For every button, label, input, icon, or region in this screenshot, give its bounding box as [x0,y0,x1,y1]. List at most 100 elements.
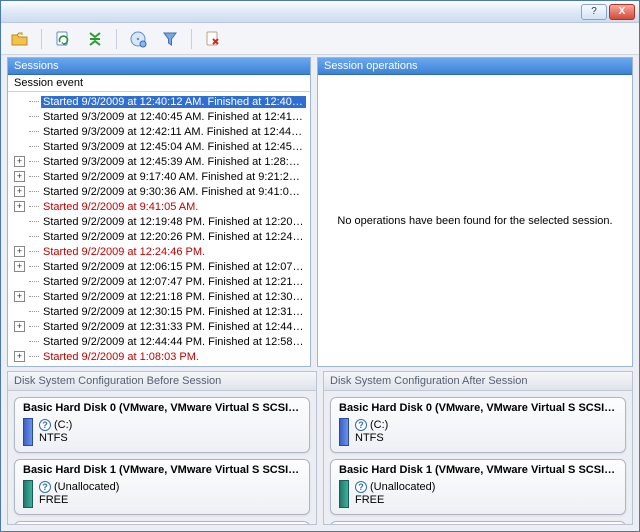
expander-icon[interactable]: + [14,156,25,167]
tree-connector [29,296,39,297]
session-row-label: Started 9/3/2009 at 12:40:12 AM. Finishe… [41,96,306,108]
disk-title: Basic Hard Disk 0 (VMware, VMware Virtua… [23,402,301,416]
app-window: ? X Sessions Session event S [0,0,640,532]
session-row[interactable]: +Started 9/2/2009 at 9:41:05 AM. [8,199,310,214]
disk-card[interactable]: Basic Hard Disk 0 (VMware, VMware Virtua… [14,397,310,453]
config-before-body: Basic Hard Disk 0 (VMware, VMware Virtua… [8,391,316,524]
disk-card[interactable]: Basic Hard Disk 0 (VMware, VMware Virtua… [330,397,626,453]
partition-row: ?(Unallocated)FREE [339,478,617,508]
toolbar-separator [116,29,117,49]
delete-document-icon[interactable] [202,28,224,50]
partition-label: (C:) [54,419,72,432]
disk-view-icon[interactable] [127,28,149,50]
partition-label: (C:) [370,419,388,432]
session-row[interactable]: Started 9/3/2009 at 12:42:11 AM. Finishe… [8,124,310,139]
expander-icon [14,216,25,227]
operations-header: Session operations [318,58,632,75]
session-row[interactable]: +Started 9/2/2009 at 9:17:40 AM. Finishe… [8,169,310,184]
disk-card[interactable]: Basic Hard Disk 2 (VMware, VMware Virtua… [14,521,310,524]
partition-text: ?(C:)NTFS [39,419,72,445]
session-row-label: Started 9/2/2009 at 12:19:48 PM. Finishe… [41,216,306,228]
help-button[interactable]: ? [581,4,607,20]
session-event-header: Session event [8,75,310,92]
session-row[interactable]: + Started 9/2/2009 at 12:21:18 PM. Finish… [8,289,310,304]
expander-icon [14,231,25,242]
expander-icon[interactable]: + [14,321,25,332]
info-icon[interactable]: ? [355,419,367,431]
tree-connector [29,281,39,282]
session-row[interactable]: Started 9/3/2009 at 12:45:04 AM. Finishe… [8,139,310,154]
session-row[interactable]: Started 9/3/2009 at 12:40:45 AM. Finishe… [8,109,310,124]
expander-icon[interactable]: + [14,171,25,182]
partition-row: ?(C:)NTFS [339,416,617,446]
partition-label: (Unallocated) [370,481,435,494]
expander-icon[interactable]: + [14,186,25,197]
info-icon[interactable]: ? [355,481,367,493]
disk-card[interactable]: Basic Hard Disk 1 (VMware, VMware Virtua… [330,459,626,515]
open-folder-icon[interactable] [9,28,31,50]
toolbar [1,23,639,55]
toolbar-separator [41,29,42,49]
tree-connector [29,311,39,312]
collapse-icon[interactable] [84,28,106,50]
session-row[interactable]: +Started 9/2/2009 at 12:06:15 PM. Finish… [8,259,310,274]
expander-icon[interactable]: + [14,201,25,212]
close-button[interactable]: X [609,4,635,20]
filter-icon[interactable] [159,28,181,50]
partition-row: ?(Unallocated)FREE [23,478,301,508]
tree-connector [29,176,39,177]
lower-row: Disk System Configuration Before Session… [7,371,633,525]
session-row-label: Started 9/2/2009 at 9:30:36 AM. Finished… [41,186,306,198]
tree-connector [29,236,39,237]
expander-icon[interactable]: + [14,246,25,257]
session-row-label: Started 9/3/2009 at 12:42:11 AM. Finishe… [41,126,306,138]
session-row[interactable]: + Started 9/3/2009 at 12:45:39 AM. Finish… [8,154,310,169]
config-before-panel: Disk System Configuration Before Session… [7,371,317,525]
expander-icon [14,336,25,347]
document-refresh-icon[interactable] [52,28,74,50]
partition-bar [339,418,349,446]
tree-connector [29,131,39,132]
info-icon[interactable]: ? [39,481,51,493]
session-row[interactable]: Started 9/2/2009 at 12:19:48 PM. Finishe… [8,214,310,229]
expander-icon [14,96,25,107]
info-icon[interactable]: ? [39,419,51,431]
session-row-label: Started 9/2/2009 at 1:08:03 PM. [41,351,306,363]
session-row[interactable]: +Started 9/2/2009 at 12:24:46 PM. [8,244,310,259]
tree-connector [29,116,39,117]
tree-connector [29,191,39,192]
partition-row: ?(C:)NTFS [23,416,301,446]
tree-connector [29,266,39,267]
toolbar-separator [191,29,192,49]
session-row-label: Started 9/2/2009 at 12:21:18 PM. Finishe… [41,291,306,303]
tree-connector [29,356,39,357]
session-row-label: Started 9/2/2009 at 12:20:26 PM. Finishe… [41,231,306,243]
tree-connector [29,341,39,342]
partition-text: ?(C:)NTFS [355,419,388,445]
expander-icon[interactable]: + [14,261,25,272]
disk-card[interactable]: Basic Hard Disk 2 (VMware, VMware Virtua… [330,521,626,524]
session-row-label: Started 9/3/2009 at 12:45:39 AM. Finishe… [41,156,306,168]
session-row[interactable]: Started 9/2/2009 at 12:07:47 PM. Finishe… [8,274,310,289]
disk-title: Basic Hard Disk 1 (VMware, VMware Virtua… [339,464,617,478]
disk-card[interactable]: Basic Hard Disk 1 (VMware, VMware Virtua… [14,459,310,515]
config-after-panel: Disk System Configuration After Session … [323,371,633,525]
tree-connector [29,101,39,102]
session-row[interactable]: Started 9/2/2009 at 12:30:15 PM. Finishe… [8,304,310,319]
partition-text: ?(Unallocated)FREE [39,481,119,507]
disk-title: Basic Hard Disk 0 (VMware, VMware Virtua… [339,402,617,416]
session-tree[interactable]: Started 9/3/2009 at 12:40:12 AM. Finishe… [8,92,310,366]
session-row[interactable]: Started 9/2/2009 at 12:44:44 PM. Finishe… [8,334,310,349]
session-row[interactable]: +Started 9/2/2009 at 12:31:33 PM. Finish… [8,319,310,334]
partition-fs: NTFS [355,432,388,445]
tree-connector [29,161,39,162]
config-after-body: Basic Hard Disk 0 (VMware, VMware Virtua… [324,391,632,524]
operations-panel: Session operations No operations have be… [317,57,633,367]
session-row[interactable]: + Started 9/2/2009 at 9:30:36 AM. Finishe… [8,184,310,199]
expander-icon[interactable]: + [14,351,25,362]
session-row[interactable]: + Started 9/2/2009 at 1:08:03 PM. [8,349,310,364]
expander-icon[interactable]: + [14,291,25,302]
session-row[interactable]: Started 9/3/2009 at 12:40:12 AM. Finishe… [8,94,310,109]
session-row[interactable]: Started 9/2/2009 at 12:20:26 PM. Finishe… [8,229,310,244]
session-row-label: Started 9/2/2009 at 12:44:44 PM. Finishe… [41,336,306,348]
